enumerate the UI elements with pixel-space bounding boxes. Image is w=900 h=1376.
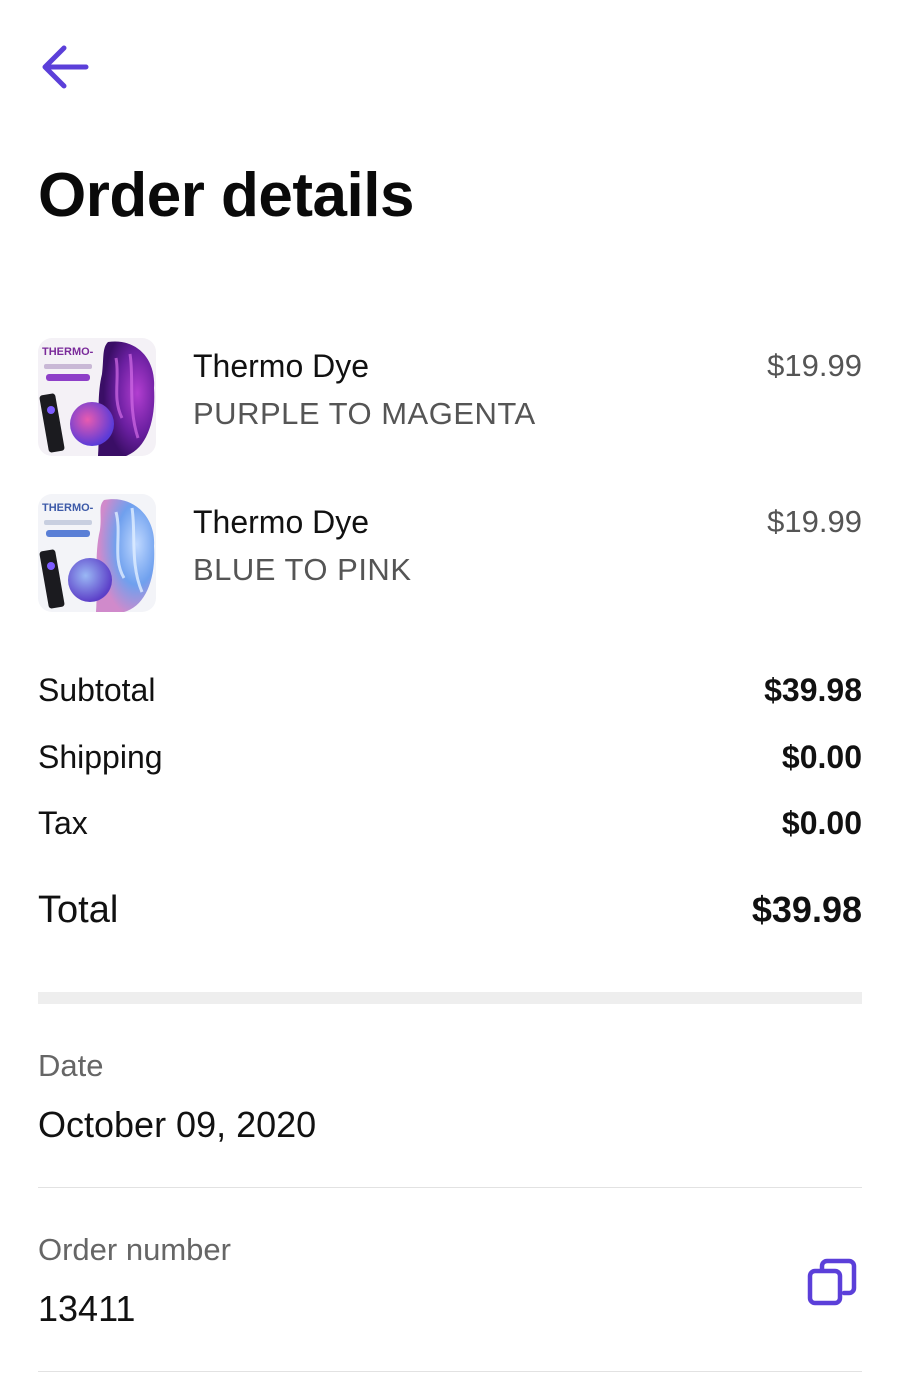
order-number-label: Order number bbox=[38, 1232, 231, 1267]
item-name: Thermo Dye bbox=[193, 348, 370, 384]
divider bbox=[38, 1371, 862, 1372]
total-label: Total bbox=[38, 889, 119, 931]
order-number-value: 13411 bbox=[38, 1288, 136, 1329]
subtotal-row: Subtotal $39.98 bbox=[38, 672, 862, 709]
copy-icon bbox=[807, 1258, 857, 1306]
back-button[interactable] bbox=[38, 40, 92, 94]
order-item[interactable]: THERMO- Thermo Dye PURPLE TO MAGENTA $19… bbox=[38, 338, 862, 458]
order-item[interactable]: THERMO- Thermo Dye BLUE TO PINK $19.99 bbox=[38, 494, 862, 614]
copy-order-number-button[interactable] bbox=[802, 1252, 862, 1312]
total-row: Total $39.98 bbox=[38, 889, 862, 932]
thumbnail-text: THERMO- bbox=[42, 502, 94, 514]
date-label: Date bbox=[38, 1048, 104, 1083]
subtotal-label: Subtotal bbox=[38, 672, 156, 708]
date-value: October 09, 2020 bbox=[38, 1104, 317, 1145]
item-name: Thermo Dye bbox=[193, 504, 370, 540]
thumbnail-text: THERMO- bbox=[42, 346, 94, 358]
shipping-row: Shipping $0.00 bbox=[38, 739, 862, 776]
item-variant: BLUE TO PINK bbox=[193, 552, 412, 587]
page-title: Order details bbox=[38, 161, 414, 230]
tax-row: Tax $0.00 bbox=[38, 805, 862, 842]
total-value: $39.98 bbox=[751, 889, 862, 930]
tax-label: Tax bbox=[38, 805, 88, 841]
shipping-value: $0.00 bbox=[781, 739, 862, 775]
item-price: $19.99 bbox=[767, 348, 862, 383]
item-price: $19.99 bbox=[767, 504, 862, 539]
subtotal-value: $39.98 bbox=[764, 672, 862, 708]
tax-value: $0.00 bbox=[781, 805, 862, 841]
arrow-left-icon bbox=[42, 45, 89, 89]
item-variant: PURPLE TO MAGENTA bbox=[193, 396, 536, 431]
divider bbox=[38, 1187, 862, 1188]
product-thumbnail: THERMO- bbox=[38, 338, 156, 456]
section-divider bbox=[38, 992, 862, 1004]
product-thumbnail: THERMO- bbox=[38, 494, 156, 612]
shipping-label: Shipping bbox=[38, 739, 163, 775]
